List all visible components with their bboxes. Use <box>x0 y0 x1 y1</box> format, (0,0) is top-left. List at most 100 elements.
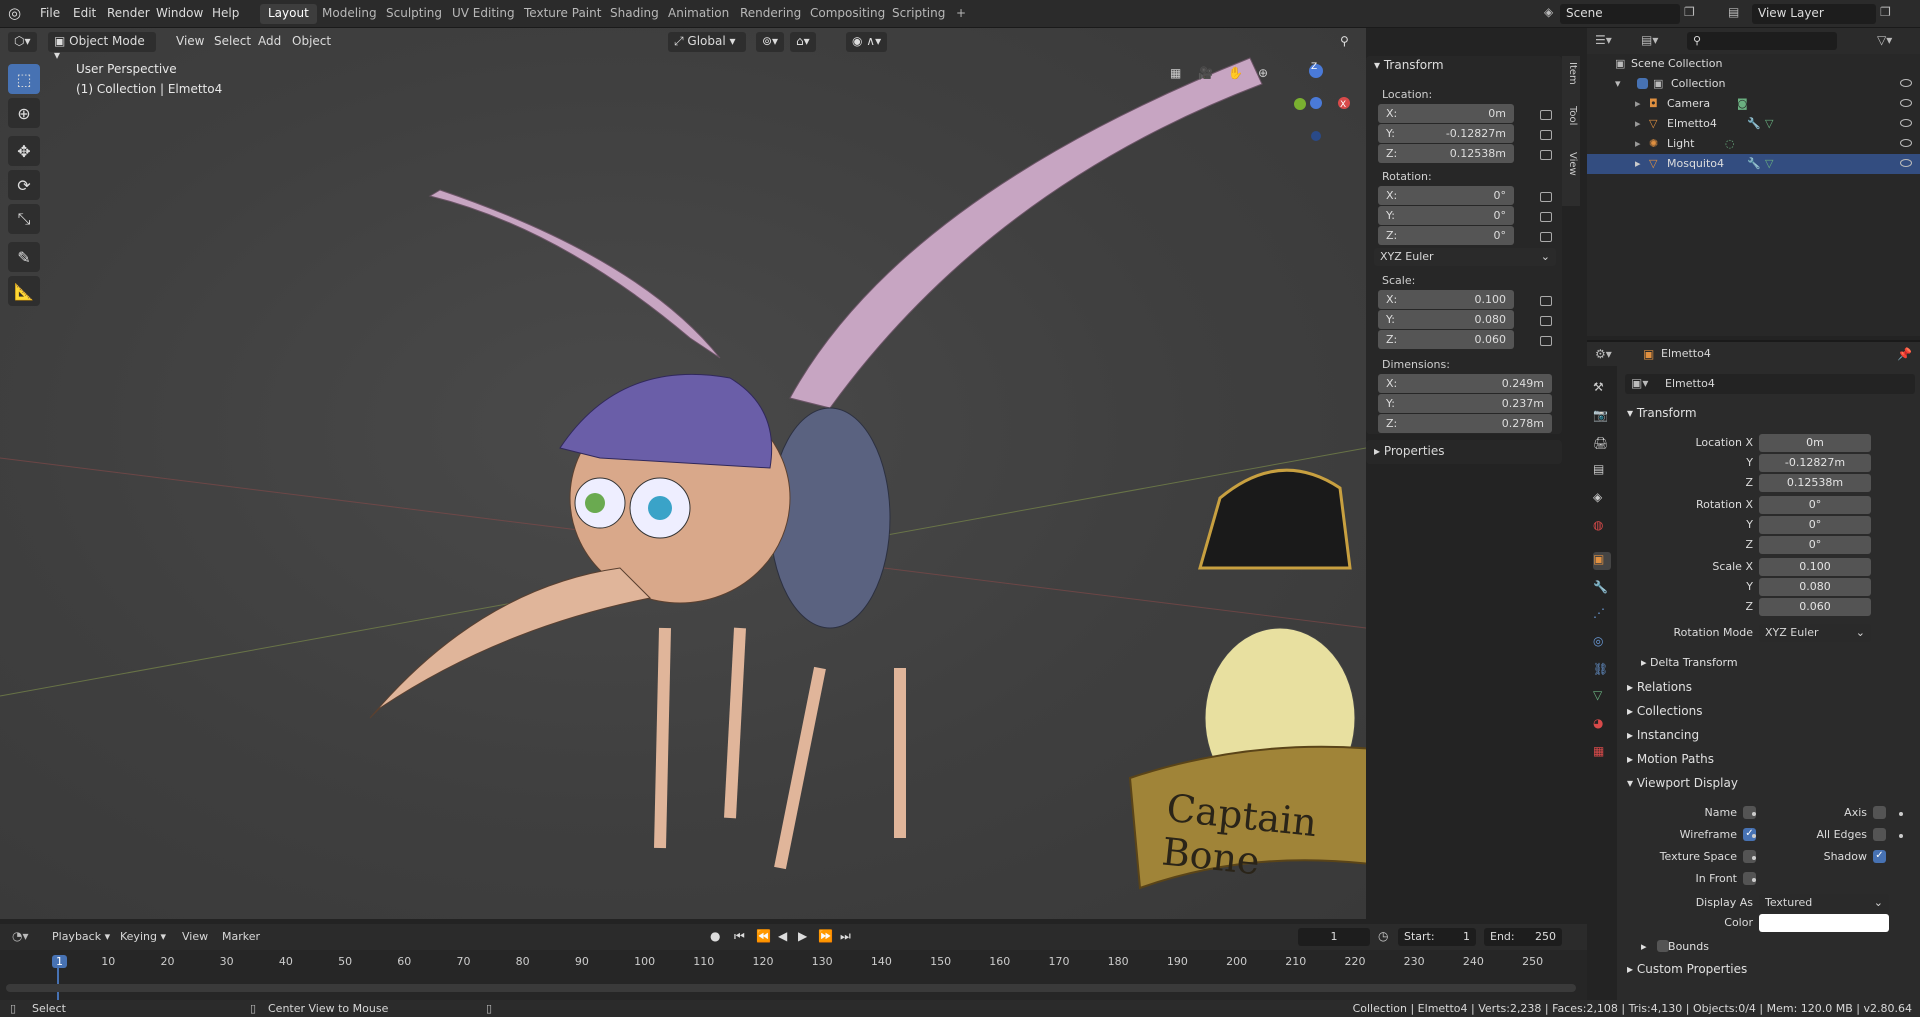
menu-window[interactable]: Window <box>156 6 203 20</box>
tab-texture-paint[interactable]: Texture Paint <box>516 4 609 24</box>
dimension-z-field[interactable]: Z: 0.278m <box>1378 414 1552 433</box>
mesh-data-icon[interactable]: ▽ <box>1765 117 1773 130</box>
outliner-search-input[interactable]: ⚲ <box>1687 32 1837 50</box>
scale-y-field[interactable]: Y: 0.080 <box>1378 310 1514 329</box>
frame-ruler[interactable]: 1 10 20 30 40 50 60 70 80 90 100 110 120 130 140 150 160… <box>0 950 1587 972</box>
vd-all-edges-checkbox[interactable] <box>1873 828 1886 841</box>
timeline-editor-icon[interactable]: ◔▾ <box>12 929 29 943</box>
lock-icon[interactable] <box>1540 150 1552 160</box>
material-tab-icon[interactable]: ◕ <box>1593 716 1611 734</box>
rotation-z-field[interactable]: Z: 0° <box>1378 226 1514 245</box>
viewport-display-header[interactable]: ▾ Viewport Display <box>1627 776 1738 790</box>
keyframe-dot-icon[interactable] <box>1899 812 1903 816</box>
rotation-y-field[interactable]: Y: 0° <box>1378 206 1514 225</box>
prop-scale-y[interactable]: 0.080 <box>1759 578 1871 596</box>
scene-selector[interactable]: Scene <box>1560 4 1680 24</box>
scene-tab-icon[interactable]: ◈ <box>1593 490 1611 508</box>
tab-view[interactable]: View <box>1564 152 1578 176</box>
lock-icon[interactable] <box>1540 110 1552 120</box>
tool-tab-icon[interactable]: ⚒ <box>1593 380 1611 398</box>
particles-tab-icon[interactable]: ⋰ <box>1593 606 1611 624</box>
collections-header[interactable]: ▸ Collections <box>1627 704 1702 718</box>
eye-icon[interactable] <box>1900 119 1912 127</box>
prop-rotation-x[interactable]: 0° <box>1759 496 1871 514</box>
new-view-layer-icon[interactable]: ❐ <box>1880 5 1891 19</box>
timeline-menu-marker[interactable]: Marker <box>222 930 260 943</box>
texture-tab-icon[interactable]: ▦ <box>1593 744 1611 762</box>
record-icon[interactable]: ● <box>710 929 720 943</box>
outliner-row-scene-collection[interactable]: ▣ Scene Collection <box>1587 54 1920 74</box>
eye-icon[interactable] <box>1900 79 1912 87</box>
play-reverse-icon[interactable]: ◀ <box>778 929 787 943</box>
prop-rotation-y[interactable]: 0° <box>1759 516 1871 534</box>
prop-rotation-z[interactable]: 0° <box>1759 536 1871 554</box>
location-z-field[interactable]: Z: 0.12538m <box>1378 144 1514 163</box>
tab-item[interactable]: Item <box>1564 62 1578 85</box>
tab-uv-editing[interactable]: UV Editing <box>444 4 523 24</box>
perspective-toggle-icon[interactable]: ▦ <box>1170 66 1181 80</box>
add-workspace-button[interactable]: + <box>948 4 974 24</box>
tab-rendering[interactable]: Rendering <box>732 4 809 24</box>
chevron-right-icon[interactable]: ▸ <box>1635 137 1641 150</box>
dimension-y-field[interactable]: Y: 0.237m <box>1378 394 1552 413</box>
jump-key-back-icon[interactable]: ⏪ <box>756 929 771 943</box>
modifier-wrench-icon[interactable]: 🔧 <box>1747 117 1761 130</box>
prop-location-z[interactable]: 0.12538m <box>1759 474 1871 492</box>
world-tab-icon[interactable]: ◍ <box>1593 518 1611 536</box>
display-as-dropdown[interactable]: Textured ⌄ <box>1759 894 1889 912</box>
constraints-tab-icon[interactable]: ⛓ <box>1593 662 1611 680</box>
outliner-row-collection[interactable]: ▾ ▣ Collection <box>1587 74 1920 94</box>
outliner-editor-icon[interactable]: ☰▾ <box>1595 33 1612 47</box>
gizmo-neg-z-dot[interactable] <box>1311 131 1321 141</box>
render-tab-icon[interactable]: 📷 <box>1593 408 1611 426</box>
color-swatch[interactable] <box>1759 914 1889 932</box>
keyframe-dot-icon[interactable] <box>1899 834 1903 838</box>
prop-scale-z[interactable]: 0.060 <box>1759 598 1871 616</box>
eye-icon[interactable] <box>1900 159 1912 167</box>
display-mode-icon[interactable]: ▤▾ <box>1641 33 1658 47</box>
properties-subpanel-header[interactable]: ▸ Properties <box>1366 440 1562 464</box>
chevron-down-icon[interactable]: ▾ <box>1615 77 1621 90</box>
menu-help[interactable]: Help <box>212 6 239 20</box>
tab-compositing[interactable]: Compositing <box>802 4 893 24</box>
dimension-x-field[interactable]: X: 0.249m <box>1378 374 1552 393</box>
keyframe-dot-icon[interactable] <box>1752 834 1756 838</box>
jump-end-icon[interactable]: ⏭ <box>840 929 851 944</box>
tab-sculpting[interactable]: Sculpting <box>378 4 450 24</box>
lock-icon[interactable] <box>1540 336 1552 346</box>
end-frame-field[interactable]: End: 250 <box>1484 928 1562 946</box>
tab-layout[interactable]: Layout <box>260 4 317 24</box>
modifier-wrench-icon[interactable]: 🔧 <box>1747 157 1761 170</box>
tab-scripting[interactable]: Scripting <box>884 4 953 24</box>
object-name-field[interactable]: ▣▾ Elmetto4 <box>1625 374 1915 394</box>
chevron-right-icon[interactable]: ▸ <box>1635 97 1641 110</box>
object-tab-icon[interactable]: ▣ <box>1593 552 1611 570</box>
jump-start-icon[interactable]: ⏮ <box>734 929 745 944</box>
transform-header[interactable]: ▾ Transform <box>1374 58 1444 72</box>
zoom-icon[interactable]: ⊕ <box>1258 66 1268 80</box>
scale-z-field[interactable]: Z: 0.060 <box>1378 330 1514 349</box>
eye-icon[interactable] <box>1900 139 1912 147</box>
exclude-checkbox[interactable] <box>1637 78 1648 89</box>
outliner-row-light[interactable]: ▸ ✺ Light ◌ <box>1587 134 1920 154</box>
outliner-row-mosquito4[interactable]: ▸ ▽ Mosquito4 🔧 ▽ <box>1587 154 1920 174</box>
lock-icon[interactable] <box>1540 192 1552 202</box>
physics-tab-icon[interactable]: ◎ <box>1593 634 1611 652</box>
menu-edit[interactable]: Edit <box>73 6 96 20</box>
gizmo-z-dot[interactable] <box>1310 97 1322 109</box>
chevron-right-icon[interactable]: ▸ <box>1635 157 1641 170</box>
location-y-field[interactable]: Y: -0.12827m <box>1378 124 1514 143</box>
outliner-row-camera[interactable]: ▸ ◘ Camera ◙ <box>1587 94 1920 114</box>
gizmo-y-dot[interactable] <box>1294 98 1306 110</box>
properties-editor-icon[interactable]: ⚙▾ <box>1595 347 1612 361</box>
transform-section-header[interactable]: ▾ Transform <box>1627 406 1697 420</box>
delta-transform-header[interactable]: ▸ Delta Transform <box>1641 656 1738 669</box>
scale-x-field[interactable]: X: 0.100 <box>1378 290 1514 309</box>
prop-location-x[interactable]: 0m <box>1759 434 1871 452</box>
vd-axis-checkbox[interactable] <box>1873 806 1886 819</box>
blender-logo-icon[interactable]: ◎ <box>8 4 21 22</box>
menu-render[interactable]: Render <box>107 6 150 20</box>
playhead[interactable] <box>57 966 59 1000</box>
custom-properties-header[interactable]: ▸ Custom Properties <box>1627 962 1747 976</box>
vd-shadow-checkbox[interactable]: ✓ <box>1873 850 1886 863</box>
